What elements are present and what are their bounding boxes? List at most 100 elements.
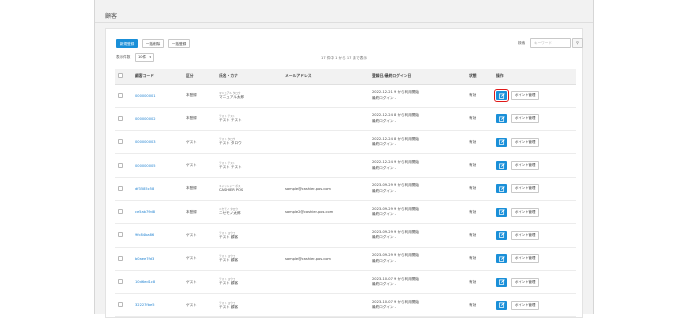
row-checkbox[interactable] xyxy=(118,209,123,215)
last-login: 最終ログイン - xyxy=(372,235,397,240)
customer-code-link[interactable]: 000000001 xyxy=(132,84,183,108)
points-management-button[interactable]: ポイント管理 xyxy=(511,230,540,240)
customer-name: テスト 顧客 xyxy=(219,257,239,262)
result-summary: 17 件中 1 から 17 まで表示 xyxy=(321,56,367,60)
customer-code-link[interactable]: 10d6ed1c8 xyxy=(132,270,183,295)
row-checkbox[interactable] xyxy=(118,115,123,121)
header-customer-code[interactable]: 顧客コード xyxy=(132,69,183,85)
table-row: b0aee7fd3 ゲスト テスト ヨウコ テスト 顧客 sample@cashier-… xyxy=(115,247,576,271)
customer-name: テスト テスト xyxy=(219,118,242,123)
points-management-button[interactable]: ポイント管理 xyxy=(511,161,540,171)
customer-status: 有効 xyxy=(466,200,493,225)
customer-status: 有効 xyxy=(466,153,493,178)
actions-cell: ポイント管理 xyxy=(493,107,576,132)
bulk-register-button[interactable]: 一括登録 xyxy=(168,39,190,48)
customer-name: マニュアル太郎 xyxy=(219,94,245,99)
customer-name-cell: テスト ヨウコ テスト 顧客 xyxy=(216,293,282,318)
points-management-button[interactable]: ポイント管理 xyxy=(511,277,540,287)
edit-button[interactable] xyxy=(496,254,507,264)
login-info-cell: 2023-09-29 9 から利用開始 最終ログイン - xyxy=(369,177,466,201)
header-login-date[interactable]: 登録日/最終ログイン日 xyxy=(369,69,466,85)
customer-name-cell: マニュアル タロウ マニュアル太郎 xyxy=(216,84,282,108)
customer-name-cell: テスト テスト テスト テスト xyxy=(216,107,282,132)
row-checkbox[interactable] xyxy=(118,162,123,168)
page-title: 顧客 xyxy=(105,13,118,20)
row-checkbox[interactable] xyxy=(118,92,123,98)
search-button[interactable]: ⚲ xyxy=(572,38,583,48)
row-checkbox[interactable] xyxy=(118,232,123,238)
customer-status: 有効 xyxy=(466,177,493,201)
edit-button[interactable] xyxy=(496,300,507,310)
last-login: 最終ログイン - xyxy=(372,95,397,100)
customer-type: 本登録 xyxy=(183,200,216,225)
header-actions: 操作 xyxy=(493,69,576,85)
actions-cell: ポイント管理 xyxy=(493,200,576,225)
customer-code-link[interactable]: ce5ab79d8 xyxy=(132,200,183,225)
customer-name-cell: テスト ヨウコ テスト 顧客 xyxy=(216,223,282,248)
customer-code-link[interactable]: b0aee7fd3 xyxy=(132,247,183,271)
points-management-button[interactable]: ポイント管理 xyxy=(511,207,540,217)
customer-email xyxy=(282,107,369,132)
customer-code-link[interactable]: 9fc84ba86 xyxy=(132,223,183,248)
customer-status: 有効 xyxy=(466,293,493,318)
login-info-cell: 2023-10-07 9 から利用開始 最終ログイン - xyxy=(369,293,466,318)
header-name[interactable]: 氏名・カナ xyxy=(216,69,282,85)
login-info-cell: 2023-10-07 9 から利用開始 最終ログイン - xyxy=(369,270,466,295)
row-select-cell xyxy=(115,223,132,248)
row-select-cell xyxy=(115,153,132,178)
customer-code-link[interactable]: 32227fbe5 xyxy=(132,293,183,318)
points-management-button[interactable]: ポイント管理 xyxy=(511,184,540,194)
bulk-delete-button[interactable]: 一括削除 xyxy=(142,39,164,48)
row-checkbox[interactable] xyxy=(118,302,123,308)
login-info-cell: 2022-12-21 9 から利用開始 最終ログイン - xyxy=(369,84,466,108)
last-login: 最終ログイン - xyxy=(372,165,397,170)
row-select-cell xyxy=(115,247,132,271)
customer-name-cell: テスト テスト テスト テスト xyxy=(216,153,282,178)
last-login: 最終ログイン - xyxy=(372,142,397,147)
search-input[interactable]: キーワード xyxy=(530,38,571,48)
last-login: 最終ログイン - xyxy=(372,212,397,217)
login-info-cell: 2022-12-24 8 から利用開始 最終ログイン - xyxy=(369,130,466,155)
row-checkbox[interactable] xyxy=(118,255,123,261)
edit-button[interactable] xyxy=(496,207,507,217)
header-type[interactable]: 区分 xyxy=(183,69,216,85)
customer-type: ゲスト xyxy=(183,130,216,155)
customer-name: ニセモノ太郎 xyxy=(219,211,241,216)
header-status[interactable]: 状態 xyxy=(466,69,493,85)
points-management-button[interactable]: ポイント管理 xyxy=(511,114,540,124)
header-email[interactable]: メールアドレス xyxy=(282,69,369,85)
customer-name-cell: キャッシャー ポス CASHIER POS xyxy=(216,177,282,201)
customer-status: 有効 xyxy=(466,107,493,132)
points-management-button[interactable]: ポイント管理 xyxy=(511,254,540,264)
customer-type: 本登録 xyxy=(183,84,216,108)
row-checkbox[interactable] xyxy=(118,185,123,191)
edit-button[interactable] xyxy=(496,161,507,171)
edit-button[interactable] xyxy=(496,184,507,194)
edit-button[interactable] xyxy=(496,114,507,124)
actions-cell: ポイント管理 xyxy=(493,223,576,248)
customer-code-link[interactable]: 000000005 xyxy=(132,153,183,178)
customer-status: 有効 xyxy=(466,247,493,271)
edit-button[interactable] xyxy=(496,277,507,287)
row-select-cell xyxy=(115,293,132,318)
table-row: 000000003 ゲスト テスト タロウ テスト タロウ 2022-12-24 8 か… xyxy=(115,130,576,155)
points-management-button[interactable]: ポイント管理 xyxy=(511,300,540,310)
customer-code-link[interactable]: 000000002 xyxy=(132,107,183,132)
last-login: 最終ログイン - xyxy=(372,188,397,193)
edit-button[interactable] xyxy=(496,230,507,240)
new-customer-button[interactable]: 新規登録 xyxy=(116,39,138,48)
login-info-cell: 2023-09-29 9 から利用開始 最終ログイン - xyxy=(369,247,466,271)
points-management-button[interactable]: ポイント管理 xyxy=(511,137,540,147)
customer-type: ゲスト xyxy=(183,270,216,295)
customer-status: 有効 xyxy=(466,270,493,295)
row-checkbox[interactable] xyxy=(118,279,123,285)
customer-code-link[interactable]: df3585c58 xyxy=(132,177,183,201)
edit-button[interactable] xyxy=(496,137,507,147)
select-all-checkbox[interactable] xyxy=(118,73,123,79)
edit-button[interactable] xyxy=(493,88,510,103)
customer-status: 有効 xyxy=(466,84,493,108)
customer-type: ゲスト xyxy=(183,293,216,318)
row-checkbox[interactable] xyxy=(118,139,123,145)
customer-code-link[interactable]: 000000003 xyxy=(132,130,183,155)
points-management-button[interactable]: ポイント管理 xyxy=(511,91,540,101)
